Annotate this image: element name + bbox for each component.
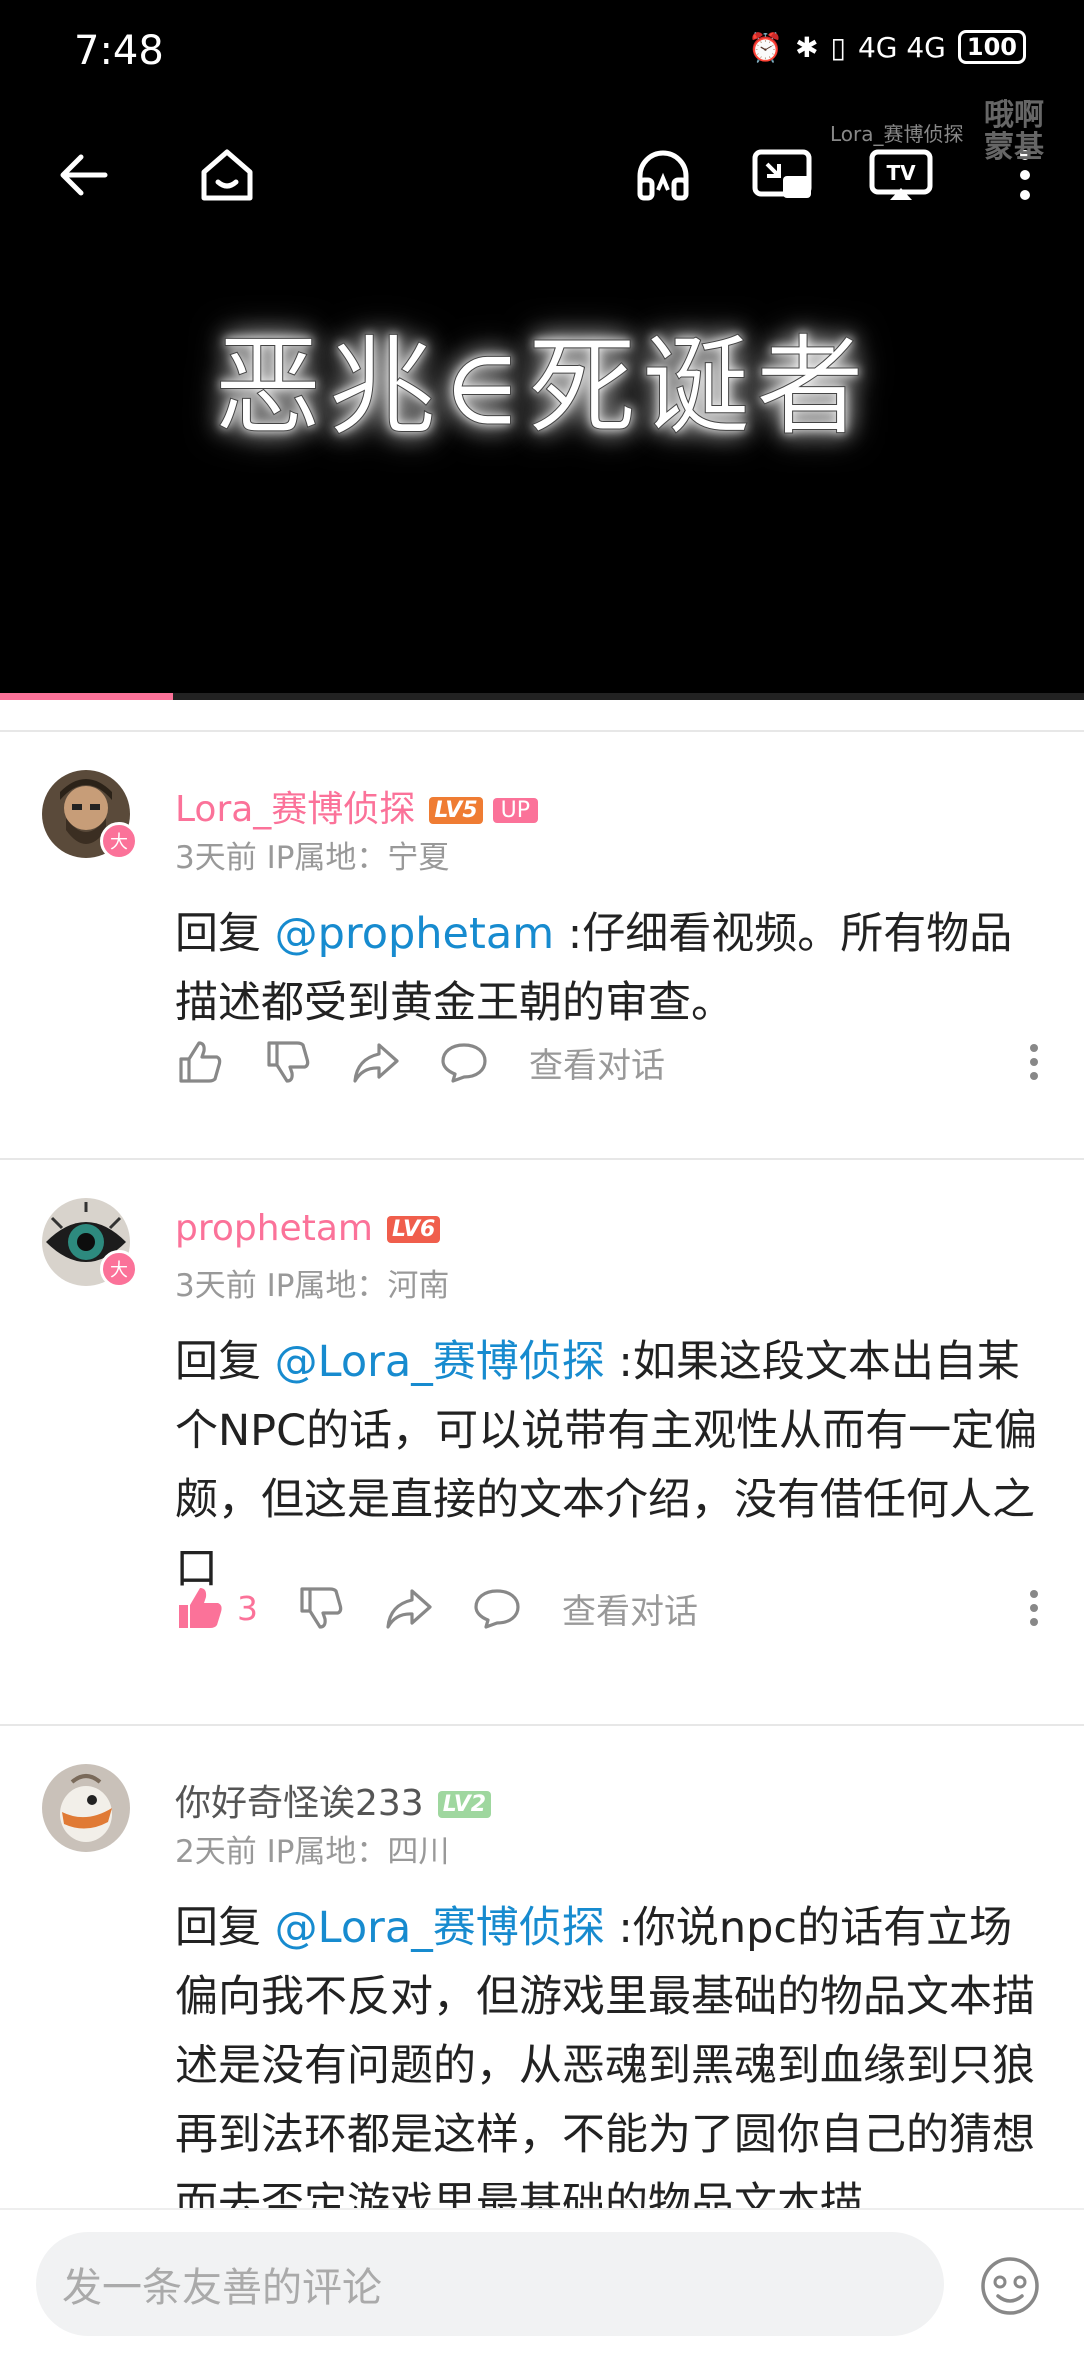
cast-button[interactable]: TV bbox=[868, 142, 934, 208]
comment-text: 回复 @Lora_赛博侦探 :你说npc的话有立场偏向我不反对，但游戏里最基础的… bbox=[175, 1903, 1035, 2208]
home-button[interactable] bbox=[194, 142, 260, 208]
comment-item: 大 prophetam LV6 3天前 IP属地：河南 回复 @Lora_赛博侦探… bbox=[0, 1160, 1084, 1726]
reply-button[interactable] bbox=[472, 1583, 522, 1633]
comment-bubble-icon bbox=[474, 1589, 520, 1629]
comment-item: 你好奇怪诶233 LV2 2天前 IP属地：四川 回复 @Lora_赛博侦探 :你… bbox=[0, 1726, 1084, 2208]
level-badge: LV5 bbox=[429, 797, 483, 824]
status-icons: ⏰ ✱ ▯ 4G 4G 100 bbox=[748, 30, 1026, 64]
back-arrow-icon bbox=[60, 154, 108, 196]
dislike-button[interactable] bbox=[263, 1037, 313, 1087]
vip-badge: 大 bbox=[100, 822, 138, 860]
headphones-icon bbox=[637, 150, 689, 201]
comment-username[interactable]: Lora_赛博侦探 LV5 UP bbox=[175, 780, 539, 832]
emoji-button[interactable] bbox=[978, 2254, 1042, 2318]
alarm-icon: ⏰ bbox=[748, 30, 784, 64]
view-conversation-link[interactable]: 查看对话 bbox=[529, 1038, 665, 1087]
thumbs-down-icon bbox=[267, 1041, 310, 1083]
battery-icon: 100 bbox=[957, 30, 1026, 64]
watermark-logo: 哦啊 蒙基 bbox=[984, 98, 1044, 165]
vibrate-icon: ▯ bbox=[830, 30, 846, 64]
signal-icon: 4G 4G bbox=[857, 30, 946, 64]
mention-link[interactable]: @prophetam bbox=[275, 909, 554, 959]
vip-badge: 大 bbox=[100, 1250, 138, 1288]
comment-bubble-icon bbox=[441, 1043, 487, 1083]
comment-actions: 3 查看对话 bbox=[175, 1578, 1054, 1638]
comment-meta: 3天前 IP属地：河南 bbox=[175, 1268, 450, 1304]
level-badge: LV2 bbox=[437, 1791, 492, 1818]
comment-username[interactable]: 你好奇怪诶233 LV2 bbox=[175, 1774, 492, 1826]
mention-link[interactable]: @Lora_赛博侦探 bbox=[275, 1903, 605, 1953]
mention-link[interactable]: @Lora_赛博侦探 bbox=[275, 1337, 605, 1387]
thumbs-up-icon bbox=[179, 1041, 222, 1083]
audio-button[interactable] bbox=[630, 142, 696, 208]
video-player[interactable]: 7:48 ⏰ ✱ ▯ 4G 4G 100 TV Lora_赛博侦探 哦啊 蒙基 … bbox=[0, 0, 1084, 700]
like-count: 3 bbox=[237, 1588, 258, 1628]
share-button[interactable] bbox=[351, 1037, 401, 1087]
comment-meta: 3天前 IP属地：宁夏 bbox=[175, 840, 450, 876]
tv-cast-icon: TV bbox=[869, 149, 933, 200]
up-badge: UP bbox=[492, 798, 539, 823]
comment-item: 大 Lora_赛博侦探 LV5 UP 3天前 IP属地：宁夏 回复 @prophet… bbox=[0, 732, 1084, 1156]
progress-bar[interactable] bbox=[0, 693, 1084, 700]
svg-text:TV: TV bbox=[886, 161, 916, 185]
comment-list[interactable]: 大 Lora_赛博侦探 LV5 UP 3天前 IP属地：宁夏 回复 @prophet… bbox=[0, 700, 1084, 2208]
share-icon bbox=[386, 1589, 432, 1629]
share-button[interactable] bbox=[384, 1583, 434, 1633]
avatar[interactable] bbox=[42, 1764, 130, 1852]
bluetooth-icon: ✱ bbox=[795, 30, 819, 64]
level-badge: LV6 bbox=[386, 1216, 441, 1243]
thumbs-up-filled-icon bbox=[179, 1588, 222, 1628]
thumbs-down-icon bbox=[300, 1587, 343, 1629]
comment-input[interactable]: 发一条友善的评论 bbox=[36, 2232, 944, 2336]
reply-button[interactable] bbox=[439, 1037, 489, 1087]
picture-in-picture-icon bbox=[752, 149, 812, 198]
watermark-name: Lora_赛博侦探 bbox=[830, 122, 964, 146]
status-time: 7:48 bbox=[74, 28, 164, 74]
comment-meta: 2天前 IP属地：四川 bbox=[175, 1834, 450, 1870]
more-vertical-icon[interactable] bbox=[1028, 1588, 1040, 1628]
emoji-icon bbox=[981, 2257, 1039, 2315]
home-icon bbox=[201, 149, 253, 201]
video-title-text: 恶兆∈死诞者 bbox=[214, 325, 870, 451]
pip-button[interactable] bbox=[750, 142, 816, 208]
back-button[interactable] bbox=[50, 142, 116, 208]
comment-actions: 查看对话 bbox=[175, 1032, 1054, 1092]
comment-input-bar: 发一条友善的评论 bbox=[0, 2208, 1084, 2360]
dislike-button[interactable] bbox=[296, 1583, 346, 1633]
more-vertical-icon[interactable] bbox=[1028, 1042, 1040, 1082]
comment-text: 回复 @prophetam :仔细看视频。所有物品描述都受到黄金王朝的审查。 bbox=[175, 909, 1013, 1028]
share-icon bbox=[353, 1043, 399, 1083]
like-button[interactable]: 3 bbox=[175, 1583, 258, 1633]
view-conversation-link[interactable]: 查看对话 bbox=[562, 1584, 698, 1633]
like-button[interactable] bbox=[175, 1037, 225, 1087]
progress-fill bbox=[0, 693, 174, 700]
comment-text: 回复 @Lora_赛博侦探 :如果这段文本出自某个NPC的话，可以说带有主观性从… bbox=[175, 1337, 1038, 1594]
comment-username[interactable]: prophetam LV6 bbox=[175, 1208, 441, 1249]
